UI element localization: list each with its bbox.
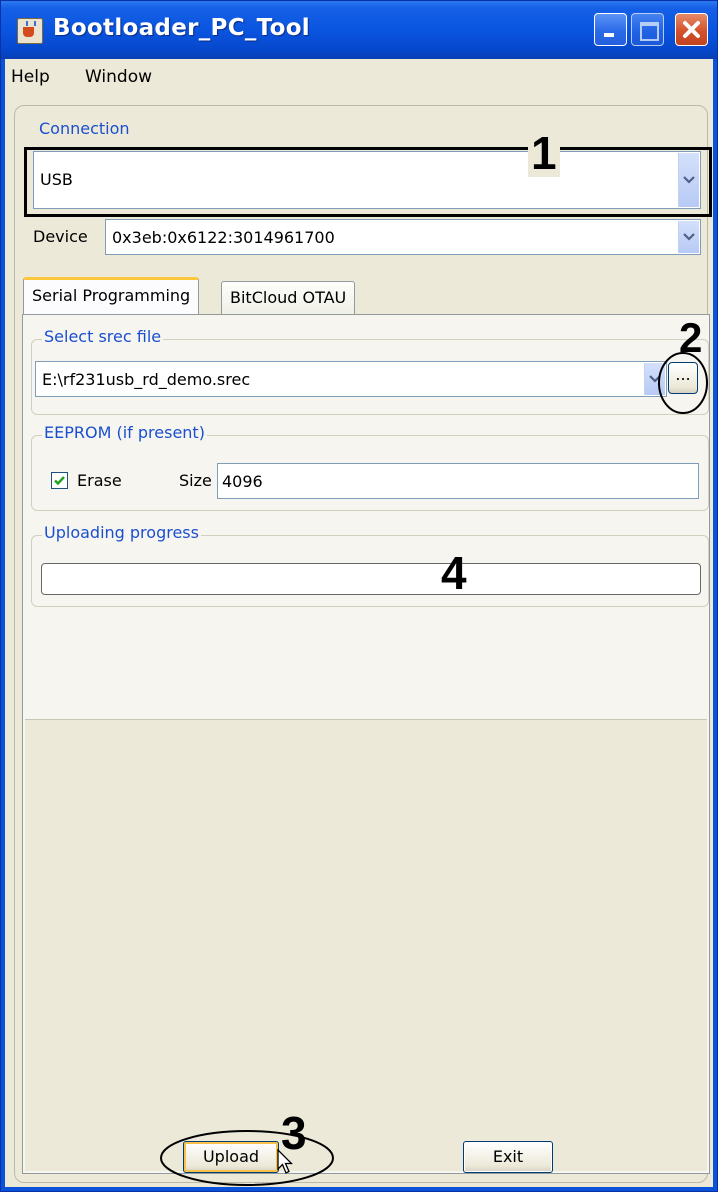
eeprom-legend: EEPROM (if present) [42, 423, 207, 442]
srec-file-select[interactable]: E:\rf231usb_rd_demo.srec [35, 361, 667, 397]
menu-window[interactable]: Window [85, 67, 152, 87]
chevron-down-icon[interactable] [678, 221, 699, 253]
tab-bitcloud-otau-label: BitCloud OTAU [230, 288, 347, 307]
tab-serial-programming-label: Serial Programming [32, 286, 191, 305]
callout-circle-3 [160, 1130, 334, 1186]
erase-checkbox[interactable] [51, 472, 68, 489]
tab-bitcloud-otau[interactable]: BitCloud OTAU [221, 281, 356, 315]
maximize-icon [640, 22, 659, 41]
app-window: Bootloader_PC_Tool Help Window Connectio… [0, 0, 718, 1192]
menu-bar: Help Window [5, 59, 713, 99]
close-icon [683, 21, 700, 38]
main-content: Connection USB 1 Device 0x3eb:0x6122:301… [5, 99, 713, 1187]
callout-box-1 [24, 147, 712, 217]
erase-label: Erase [77, 471, 122, 490]
connection-legend: Connection [37, 119, 132, 138]
callout-1: 1 [528, 129, 560, 177]
size-input[interactable]: 4096 [217, 463, 699, 499]
exit-button-label: Exit [492, 1147, 524, 1166]
srec-legend: Select srec file [42, 327, 164, 346]
serial-programming-page: Select srec file E:\rf231usb_rd_demo.sre… [22, 314, 710, 1174]
device-select[interactable]: 0x3eb:0x6122:3014961700 [105, 219, 701, 255]
window-title: Bootloader_PC_Tool [53, 15, 310, 41]
size-label: Size [179, 471, 212, 490]
callout-2: 2 [679, 314, 703, 361]
tab-serial-programming[interactable]: Serial Programming [23, 277, 200, 314]
output-area [25, 719, 707, 1171]
exit-button[interactable]: Exit [463, 1141, 553, 1173]
upload-progress-bar [41, 563, 701, 595]
minimize-icon [604, 33, 614, 37]
device-label: Device [33, 227, 88, 246]
callout-4: 4 [441, 547, 467, 599]
srec-file-value: E:\rf231usb_rd_demo.srec [42, 370, 251, 389]
java-cup-icon [17, 18, 43, 44]
size-value: 4096 [222, 472, 263, 491]
progress-legend: Uploading progress [42, 523, 201, 542]
checkmark-icon [54, 476, 65, 486]
minimize-button[interactable] [594, 13, 627, 46]
mouse-pointer-icon [277, 1149, 293, 1174]
title-bar[interactable]: Bootloader_PC_Tool [1, 1, 717, 59]
maximize-button[interactable] [631, 13, 664, 46]
menu-help[interactable]: Help [11, 67, 50, 87]
close-button[interactable] [675, 13, 708, 46]
device-value: 0x3eb:0x6122:3014961700 [112, 228, 335, 247]
